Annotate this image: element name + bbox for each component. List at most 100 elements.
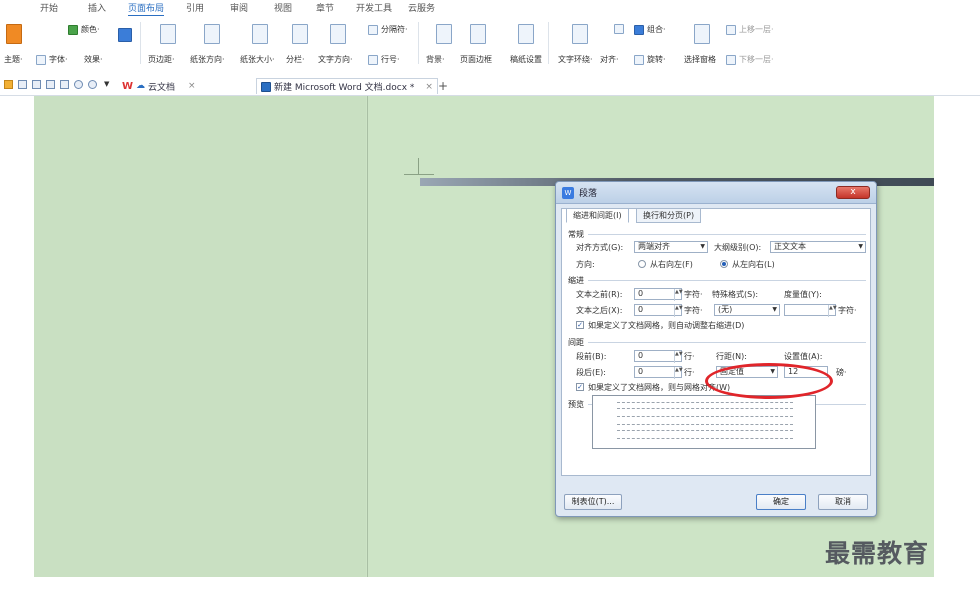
- menu-view[interactable]: 视图: [274, 1, 292, 14]
- menu-sections[interactable]: 章节: [316, 1, 334, 14]
- left-margin-area: [34, 96, 366, 577]
- menu-insert[interactable]: 插入: [88, 1, 106, 14]
- auto-indent-checkbox[interactable]: ✓: [576, 321, 584, 329]
- save-icon[interactable]: [18, 80, 27, 89]
- effects-button[interactable]: 效果·: [84, 54, 103, 65]
- tabs-button[interactable]: 制表位(T)...: [564, 494, 622, 510]
- special-format-select[interactable]: (无): [714, 304, 780, 316]
- customize-dropdown-icon[interactable]: ▼: [104, 80, 113, 89]
- dialog-titlebar[interactable]: W 段落 x: [556, 182, 876, 204]
- selection-pane-icon-button[interactable]: [694, 24, 710, 44]
- redo-icon[interactable]: [88, 80, 97, 89]
- line-numbers-button[interactable]: 行号·: [368, 54, 400, 65]
- tab-indent-spacing[interactable]: 缩进和间距(I): [566, 208, 629, 223]
- menu-developer[interactable]: 开发工具: [356, 1, 392, 14]
- group-button[interactable]: 组合·: [634, 24, 666, 35]
- save-as-icon[interactable]: [32, 80, 41, 89]
- divider: [588, 342, 866, 343]
- columns-icon-button[interactable]: [292, 24, 308, 44]
- auto-indent-label: 如果定义了文档网格，则自动调整右缩进(D): [588, 321, 745, 330]
- spinner-icon[interactable]: ▲▼: [674, 305, 683, 317]
- set-value-label: 设置值(A):: [784, 352, 823, 361]
- cancel-button[interactable]: 取消: [818, 494, 868, 510]
- new-tab-button[interactable]: +: [434, 78, 452, 94]
- draft-settings-button[interactable]: 稿纸设置: [510, 54, 542, 65]
- close-icon[interactable]: ×: [425, 82, 433, 92]
- align-button[interactable]: 对齐·: [600, 54, 619, 65]
- char-unit-label[interactable]: 字符·: [684, 305, 703, 316]
- theme-icon: [6, 24, 22, 44]
- ribbon-toolbar: 主题· 颜色· 字体· 效果· 页边距· 纸张方向· 纸张大小· 分栏· 文字方…: [0, 16, 980, 74]
- selection-pane-icon: [694, 24, 710, 44]
- text-direction-button[interactable]: 文字方向·: [318, 54, 353, 65]
- set-value-input[interactable]: 12: [784, 366, 828, 378]
- page-border-icon-button[interactable]: [470, 24, 486, 44]
- align-icon-button[interactable]: [614, 24, 624, 34]
- snap-grid-checkbox[interactable]: ✓: [576, 383, 584, 391]
- menu-references[interactable]: 引用: [186, 1, 204, 14]
- alignment-select[interactable]: 两端对齐: [634, 241, 708, 253]
- background-button[interactable]: 背景·: [426, 54, 445, 65]
- wrap-text-icon-button[interactable]: [572, 24, 588, 44]
- background-icon-button[interactable]: [436, 24, 452, 44]
- margins-text: 页边距·: [148, 55, 175, 64]
- orientation-icon-button[interactable]: [204, 24, 220, 44]
- theme-button[interactable]: [6, 24, 22, 44]
- tab-wps-home[interactable]: W ☁ 云文档 ×: [118, 78, 200, 94]
- menu-page-layout[interactable]: 页面布局: [128, 1, 165, 17]
- draft-settings-icon-button[interactable]: [518, 24, 534, 44]
- group-icon: [634, 24, 644, 35]
- theme-label[interactable]: 主题·: [4, 54, 23, 65]
- pt-unit-label[interactable]: 磅·: [836, 367, 847, 378]
- spinner-icon[interactable]: ▲▼: [674, 351, 683, 363]
- margins-icon-button[interactable]: [160, 24, 176, 44]
- margins-button[interactable]: 页边距·: [148, 54, 175, 65]
- outline-level-select[interactable]: 正文文本: [770, 241, 866, 253]
- rtl-radio[interactable]: [638, 260, 646, 268]
- orientation-icon: [204, 24, 220, 44]
- wrap-text-button[interactable]: 文字环绕·: [558, 54, 593, 65]
- size-icon-button[interactable]: [252, 24, 268, 44]
- effects-text: 效果·: [84, 55, 103, 64]
- section-spacing: 间距: [568, 338, 584, 347]
- spinner-icon[interactable]: ▲▼: [674, 289, 683, 301]
- line-spacing-select[interactable]: 固定值: [716, 366, 778, 378]
- doc-tab-label: 新建 Microsoft Word 文档.docx *: [274, 83, 415, 93]
- tab-document[interactable]: 新建 Microsoft Word 文档.docx * ×: [256, 78, 438, 94]
- orientation-button[interactable]: 纸张方向·: [190, 54, 225, 65]
- page-border-button[interactable]: 页面边框: [460, 54, 492, 65]
- colors-button[interactable]: 颜色·: [68, 24, 100, 35]
- selection-pane-button[interactable]: 选择窗格: [684, 54, 716, 65]
- divider: [588, 234, 866, 235]
- orientation-text: 纸张方向·: [190, 55, 225, 64]
- line-unit-label[interactable]: 行·: [684, 351, 695, 362]
- char-unit-label[interactable]: 字符·: [684, 289, 703, 300]
- page-size-icon: [252, 24, 268, 44]
- ok-button[interactable]: 确定: [756, 494, 806, 510]
- print-preview-icon[interactable]: [60, 80, 69, 89]
- effects-icon-button[interactable]: [118, 28, 132, 42]
- close-icon[interactable]: ×: [188, 81, 196, 91]
- spinner-icon[interactable]: ▲▼: [674, 367, 683, 379]
- draft-paper-icon: [518, 24, 534, 44]
- send-backward-button[interactable]: 下移一层·: [726, 54, 774, 65]
- breaks-button[interactable]: 分隔符·: [368, 24, 408, 35]
- rotate-button[interactable]: 旋转·: [634, 54, 666, 65]
- print-icon[interactable]: [46, 80, 55, 89]
- menu-home[interactable]: 开始: [40, 1, 58, 14]
- columns-button[interactable]: 分栏·: [286, 54, 305, 65]
- tab-line-page-breaks[interactable]: 换行和分页(P): [636, 208, 702, 223]
- char-unit-label[interactable]: 字符·: [838, 305, 857, 316]
- spinner-icon[interactable]: ▲▼: [828, 305, 837, 317]
- open-icon[interactable]: [4, 80, 13, 89]
- ltr-radio[interactable]: [720, 260, 728, 268]
- undo-icon[interactable]: [74, 80, 83, 89]
- fonts-button[interactable]: 字体·: [36, 54, 68, 65]
- size-button[interactable]: 纸张大小·: [240, 54, 275, 65]
- close-button[interactable]: x: [836, 186, 870, 199]
- bring-forward-button[interactable]: 上移一层·: [726, 24, 774, 35]
- menu-cloud[interactable]: 云服务: [408, 1, 435, 14]
- line-unit-label[interactable]: 行·: [684, 367, 695, 378]
- text-direction-icon-button[interactable]: [330, 24, 346, 44]
- menu-review[interactable]: 审阅: [230, 1, 248, 14]
